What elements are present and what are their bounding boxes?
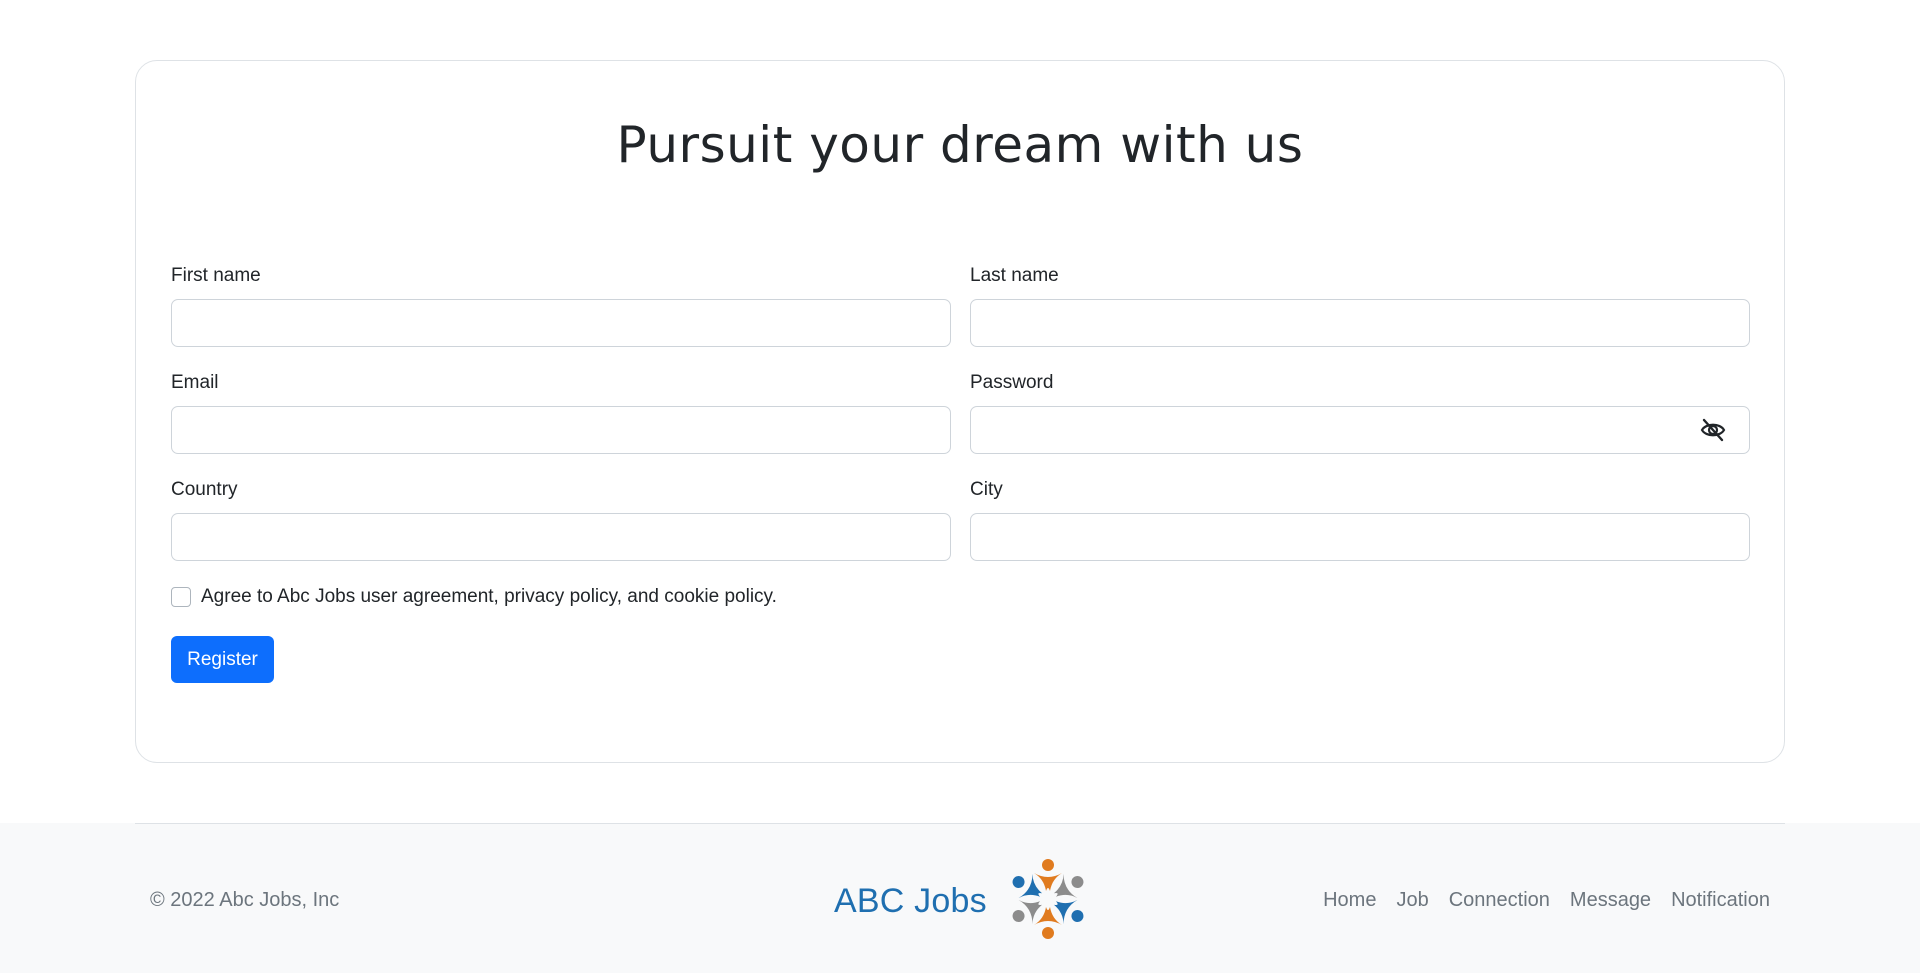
email-label: Email: [171, 372, 219, 393]
brand-logo-link[interactable]: ABC Jobs: [834, 853, 1103, 949]
page-title: Pursuit your dream with us: [616, 116, 1304, 174]
first-name-group: First name: [171, 265, 951, 347]
city-input[interactable]: [970, 513, 1750, 561]
people-circle-logo-icon: [993, 851, 1103, 952]
last-name-group: Last name: [970, 265, 1750, 347]
agree-label[interactable]: Agree to Abc Jobs user agreement, privac…: [201, 586, 777, 608]
footer-divider: [135, 823, 1785, 824]
nav-message-link[interactable]: Message: [1570, 889, 1651, 912]
country-label: Country: [171, 479, 238, 500]
password-label: Password: [970, 372, 1054, 393]
brand-text: ABC Jobs: [834, 881, 987, 920]
email-group: Email: [171, 372, 951, 454]
password-group: Password: [970, 372, 1750, 454]
city-group: City: [970, 479, 1750, 561]
footer-nav: Home Job Connection Message Notification: [1323, 889, 1770, 912]
last-name-input[interactable]: [970, 299, 1750, 347]
footer: © 2022 Abc Jobs, Inc ABC Jobs Home Job C…: [0, 823, 1920, 973]
password-input[interactable]: [970, 406, 1750, 454]
eye-slash-icon[interactable]: [1700, 418, 1726, 442]
copyright-text: © 2022 Abc Jobs, Inc: [150, 889, 340, 911]
nav-connection-link[interactable]: Connection: [1449, 889, 1550, 912]
city-label: City: [970, 479, 1003, 500]
agreement-row: Agree to Abc Jobs user agreement, privac…: [171, 586, 777, 608]
last-name-label: Last name: [970, 265, 1059, 286]
nav-notification-link[interactable]: Notification: [1671, 889, 1770, 912]
register-button[interactable]: Register: [171, 636, 274, 683]
country-input[interactable]: [171, 513, 951, 561]
nav-home-link[interactable]: Home: [1323, 889, 1376, 912]
first-name-input[interactable]: [171, 299, 951, 347]
agree-checkbox[interactable]: [171, 587, 191, 607]
first-name-label: First name: [171, 265, 261, 286]
email-input[interactable]: [171, 406, 951, 454]
nav-job-link[interactable]: Job: [1396, 889, 1428, 912]
country-group: Country: [171, 479, 951, 561]
